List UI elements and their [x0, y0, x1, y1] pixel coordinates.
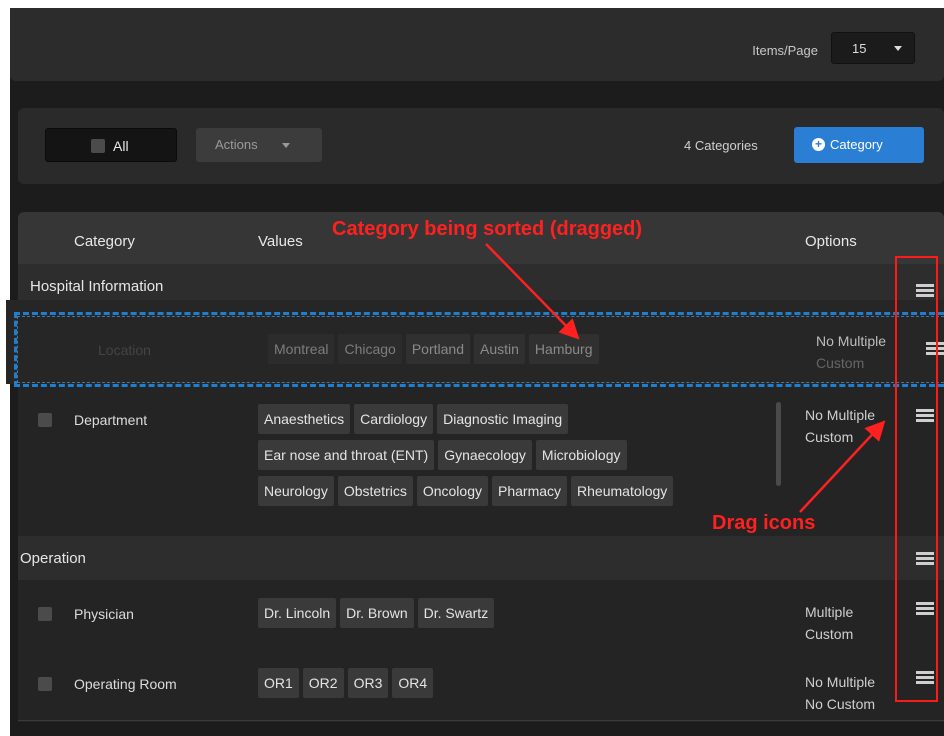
- value-tag: Dr. Lincoln: [258, 598, 337, 628]
- plus-circle-icon: +: [812, 138, 825, 151]
- category-name: Operating Room: [74, 676, 177, 692]
- checkbox-icon[interactable]: [38, 677, 52, 691]
- checkbox-icon[interactable]: [38, 413, 52, 427]
- value-tag: Rheumatology: [571, 476, 674, 506]
- value-tag: Diagnostic Imaging: [437, 404, 569, 434]
- value-tag: Obstetrics: [337, 476, 413, 506]
- checkbox-icon[interactable]: [91, 139, 105, 153]
- value-tag: OR1: [258, 668, 299, 698]
- column-header-options: Options: [805, 233, 857, 250]
- custom-option: No Custom: [805, 696, 876, 712]
- options-cell: No Multiple Custom: [805, 404, 875, 448]
- sorted-callout-text: Category being sorted (dragged): [332, 218, 643, 240]
- custom-option: Custom: [805, 429, 854, 445]
- value-tag: OR4: [392, 668, 434, 698]
- group-row-operation: Operation: [18, 536, 944, 580]
- multiple-option: No Multiple: [805, 674, 876, 690]
- value-tag: Oncology: [416, 476, 488, 506]
- value-tag: Ear nose and throat (ENT): [258, 440, 435, 470]
- add-category-label: Category: [830, 137, 883, 152]
- value-tag: Pharmacy: [492, 476, 568, 506]
- add-category-button[interactable]: + Category: [794, 127, 924, 163]
- items-per-page-value: 15: [852, 41, 867, 56]
- options-cell: No Multiple No Custom: [805, 671, 875, 715]
- top-bar: Items/Page 15: [10, 8, 944, 81]
- value-tag: Cardiology: [354, 404, 434, 434]
- value-tag: Neurology: [258, 476, 334, 506]
- value-tag: Dr. Swartz: [417, 598, 495, 628]
- group-label: Hospital Information: [30, 278, 164, 295]
- value-tag: Anaesthetics: [258, 404, 351, 434]
- value-tags: Dr. Lincoln Dr. Brown Dr. Swartz: [258, 598, 778, 634]
- multiple-option: No Multiple: [805, 407, 876, 423]
- drop-placeholder-inner-outline: [17, 316, 944, 383]
- caret-down-icon: [894, 46, 902, 51]
- value-tag: OR2: [302, 668, 344, 698]
- options-cell: Multiple Custom: [805, 601, 853, 645]
- column-header-values: Values: [258, 233, 303, 250]
- value-tag: Gynaecology: [438, 440, 532, 470]
- drag-icons-callout-text: Drag icons: [712, 512, 816, 534]
- categories-table: Category Values Options Hospital Informa…: [18, 212, 944, 722]
- category-name: Department: [74, 412, 148, 428]
- custom-option: Custom: [805, 626, 854, 642]
- category-name: Physician: [74, 606, 134, 622]
- value-tag: OR3: [347, 668, 389, 698]
- select-all-label: All: [113, 138, 129, 154]
- caret-down-icon: [282, 143, 290, 148]
- value-tag: Dr. Brown: [340, 598, 414, 628]
- value-tags: Anaesthetics Cardiology Diagnostic Imaging…: [258, 404, 778, 512]
- values-scrollbar[interactable]: [776, 402, 781, 486]
- value-tag: Microbiology: [535, 440, 627, 470]
- items-per-page-label: Items/Page: [752, 43, 818, 58]
- actions-dropdown[interactable]: Actions: [196, 128, 322, 162]
- items-per-page-select[interactable]: 15: [831, 32, 915, 64]
- value-tags: OR1 OR2 OR3 OR4: [258, 668, 778, 704]
- group-label: Operation: [20, 550, 86, 567]
- actions-label: Actions: [215, 137, 258, 152]
- checkbox-icon[interactable]: [38, 607, 52, 621]
- category-count: 4 Categories: [684, 138, 758, 153]
- toolbar: All Actions 4 Categories + Category: [18, 108, 944, 184]
- multiple-option: Multiple: [805, 604, 854, 620]
- table-bottom-divider: [18, 720, 944, 721]
- select-all-button[interactable]: All: [45, 128, 177, 162]
- column-header-category: Category: [74, 233, 135, 250]
- drag-icons-highlight-box: [895, 256, 938, 702]
